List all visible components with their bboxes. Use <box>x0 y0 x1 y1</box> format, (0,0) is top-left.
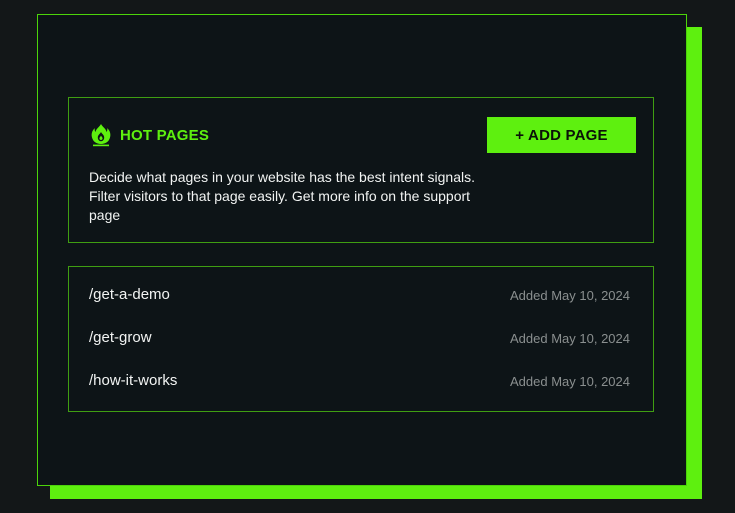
stage: HOT PAGES Decide what pages in your webs… <box>0 0 735 513</box>
page-added-date: Added May 10, 2024 <box>510 374 630 389</box>
hot-pages-description: Decide what pages in your website has th… <box>89 169 476 223</box>
hot-pages-panel: HOT PAGES Decide what pages in your webs… <box>37 14 687 486</box>
list-item[interactable]: /how-it-works Added May 10, 2024 <box>69 370 653 394</box>
hot-pages-card: HOT PAGES Decide what pages in your webs… <box>68 97 654 243</box>
pages-list: /get-a-demo Added May 10, 2024 /get-grow… <box>68 266 654 412</box>
page-path[interactable]: /how-it-works <box>89 372 177 389</box>
hot-pages-title: HOT PAGES <box>120 126 210 144</box>
list-item[interactable]: /get-grow Added May 10, 2024 <box>69 327 653 351</box>
page-path[interactable]: /get-a-demo <box>89 286 170 303</box>
page-path[interactable]: /get-grow <box>89 329 152 346</box>
page-added-date: Added May 10, 2024 <box>510 331 630 346</box>
add-page-button[interactable]: + ADD PAGE <box>487 117 636 153</box>
hot-pages-header: HOT PAGES <box>89 123 209 147</box>
page-added-date: Added May 10, 2024 <box>510 288 630 303</box>
fire-icon <box>91 124 111 147</box>
list-item[interactable]: /get-a-demo Added May 10, 2024 <box>69 284 653 308</box>
